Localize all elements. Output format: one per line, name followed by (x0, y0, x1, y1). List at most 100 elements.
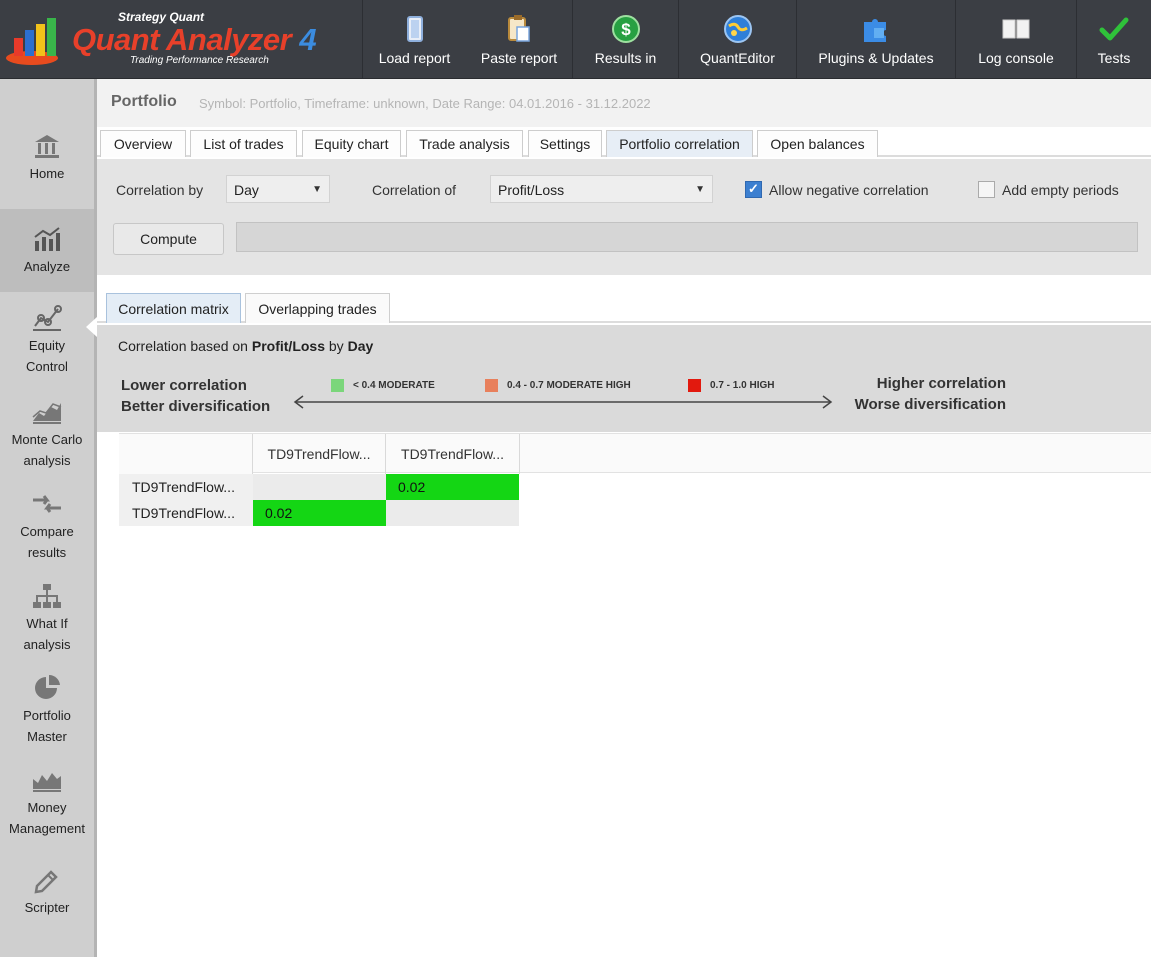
correlation-by-select[interactable]: Day ▼ (226, 175, 330, 203)
logo-brand-name: Quant Analyzer (72, 22, 292, 57)
correlation-by-label: Correlation by (116, 182, 204, 198)
compare-icon (33, 495, 61, 513)
sidebar-item-equity-control[interactable]: Equity Control (0, 301, 94, 385)
puzzle-icon (864, 19, 886, 42)
plugins-updates-label: Plugins & Updates (818, 50, 934, 66)
tab-list-of-trades[interactable]: List of trades (190, 130, 297, 157)
logo-bars-icon (6, 18, 58, 65)
allow-negative-checkbox[interactable] (745, 181, 762, 198)
sidebar-item-home[interactable]: Home (0, 129, 94, 207)
pencil-icon (34, 870, 58, 894)
dollar-icon: $ (611, 15, 640, 43)
matrix-cell (386, 500, 519, 526)
sidebar-item-label: What If analysis (23, 616, 71, 652)
quanteditor-label: QuantEditor (700, 50, 775, 66)
file-icon (406, 16, 423, 42)
svg-text:$: $ (621, 20, 631, 39)
logo-brand-main: Quant Analyzer 4 (72, 22, 317, 58)
correlation-by-value: Day (234, 182, 259, 198)
app-logo: Strategy Quant Quant Analyzer 4 Trading … (0, 0, 362, 78)
legend-swatch-moderate-high (485, 379, 498, 392)
sidebar-item-portfolio-master[interactable]: Portfolio Master (0, 671, 94, 755)
sidebar-item-money-management[interactable]: Money Management (0, 763, 94, 847)
tests-button[interactable]: Tests (1076, 0, 1151, 78)
page-meta: Symbol: Portfolio, Timeframe: unknown, D… (199, 96, 651, 111)
tab-equity-chart[interactable]: Equity chart (302, 130, 401, 157)
matrix-cell (253, 474, 386, 500)
tab-open-balances[interactable]: Open balances (757, 130, 878, 157)
chevron-down-icon: ▼ (695, 184, 705, 195)
sidebar-item-what-if[interactable]: What If analysis (0, 579, 94, 663)
add-empty-periods-checkbox[interactable] (978, 181, 995, 198)
log-console-label: Log console (978, 50, 1054, 66)
sidebar-item-scripter[interactable]: Scripter (0, 863, 94, 933)
pie-icon (35, 674, 60, 699)
tab-portfolio-correlation[interactable]: Portfolio correlation (606, 130, 753, 157)
plugins-updates-button[interactable]: Plugins & Updates (796, 0, 955, 78)
basis-prefix: Correlation based on (118, 338, 252, 354)
sidebar-item-label: Portfolio Master (23, 708, 71, 744)
sidebar-item-label: Compare results (20, 524, 74, 560)
legend-moderate: < 0.4 MODERATE (331, 379, 435, 392)
main-panel: Portfolio Symbol: Portfolio, Timeframe: … (97, 79, 1151, 957)
clipboard-icon (508, 15, 530, 42)
basis-metric: Profit/Loss (251, 338, 325, 354)
tests-label: Tests (1097, 50, 1131, 66)
matrix-column-header[interactable]: TD9TrendFlow... (386, 434, 520, 474)
basis-mid: by (325, 338, 348, 354)
quanteditor-button[interactable]: QuantEditor (678, 0, 796, 78)
load-report-button[interactable]: Load report (362, 0, 466, 78)
tab-correlation-matrix[interactable]: Correlation matrix (106, 293, 241, 323)
page-header: Portfolio Symbol: Portfolio, Timeframe: … (97, 79, 1151, 127)
sidebar: Home Analyze Equity Control Monte Carlo … (0, 79, 97, 957)
money-chart-icon (33, 773, 61, 792)
chart-icon (34, 227, 60, 251)
double-arrow-icon (293, 395, 833, 409)
tab-settings[interactable]: Settings (528, 130, 602, 157)
logo-version: 4 (299, 22, 317, 57)
sidebar-item-compare-results[interactable]: Compare results (0, 487, 94, 571)
tab-overlapping-trades[interactable]: Overlapping trades (245, 293, 390, 323)
tab-trade-analysis[interactable]: Trade analysis (406, 130, 523, 157)
basis-period: Day (347, 338, 374, 354)
tab-overview[interactable]: Overview (100, 130, 186, 157)
legend-swatch-moderate (331, 379, 344, 392)
legend-swatch-high (688, 379, 701, 392)
correlation-legend: Correlation based on Profit/Loss by Day … (97, 325, 1151, 432)
higher-correlation-line2: Worse diversification (854, 396, 1006, 413)
results-in-button[interactable]: $ Results in (572, 0, 678, 78)
sidebar-item-analyze[interactable]: Analyze (0, 209, 94, 292)
sidebar-item-label: Money Management (9, 800, 85, 836)
sidebar-item-label: Home (29, 166, 65, 181)
legend-moderate-label: < 0.4 MODERATE (353, 380, 435, 391)
montecarlo-icon (32, 403, 62, 424)
matrix-row-header: TD9TrendFlow... (119, 474, 253, 500)
correlation-of-select[interactable]: Profit/Loss ▼ (490, 175, 713, 203)
sidebar-item-label: Equity Control (26, 338, 68, 374)
correlation-basis-text: Correlation based on Profit/Loss by Day (118, 338, 373, 354)
load-report-label: Load report (378, 50, 451, 66)
sidebar-item-label: Scripter (24, 900, 70, 915)
lower-correlation-line2: Better diversification (121, 398, 271, 415)
paste-report-button[interactable]: Paste report (466, 0, 572, 78)
matrix-header-row: TD9TrendFlow... TD9TrendFlow... (119, 433, 1151, 474)
equity-icon (33, 305, 62, 331)
higher-correlation-text: Higher correlation Worse diversification (837, 373, 1006, 415)
paste-report-label: Paste report (480, 50, 558, 66)
legend-moderate-high: 0.4 - 0.7 MODERATE HIGH (485, 379, 631, 392)
sidebar-item-monte-carlo[interactable]: Monte Carlo analysis (0, 395, 94, 479)
correlation-of-label: Correlation of (372, 182, 457, 198)
book-icon (1002, 19, 1030, 39)
log-console-button[interactable]: Log console (955, 0, 1076, 78)
higher-correlation-line1: Higher correlation (876, 375, 1006, 392)
allow-negative-label: Allow negative correlation (769, 182, 929, 198)
globe-icon (723, 15, 752, 43)
hierarchy-icon (33, 584, 61, 608)
matrix-corner-cell (119, 434, 253, 474)
matrix-column-header[interactable]: TD9TrendFlow... (253, 434, 386, 474)
page-title: Portfolio (111, 93, 177, 110)
legend-high: 0.7 - 1.0 HIGH (688, 379, 774, 392)
compute-button[interactable]: Compute (113, 223, 224, 255)
matrix-row-header: TD9TrendFlow... (119, 500, 253, 526)
check-icon (1099, 17, 1129, 41)
